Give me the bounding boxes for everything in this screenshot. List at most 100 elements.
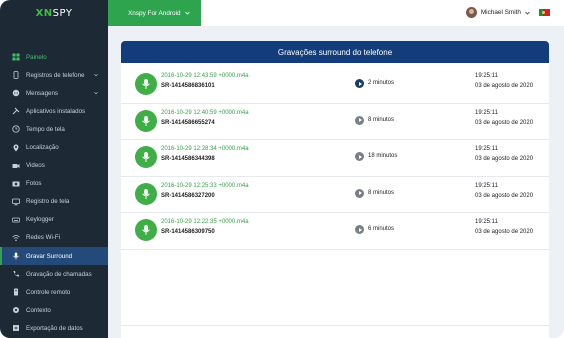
sidebar-item-label: Contexto	[26, 306, 51, 314]
photo-icon	[12, 180, 20, 188]
screen-icon	[12, 198, 20, 206]
sidebar-item-label: Gravação de chamadas	[26, 270, 92, 278]
chevron-down-icon	[184, 11, 190, 15]
play-icon[interactable]	[355, 152, 364, 161]
microphone-icon	[135, 146, 157, 168]
sidebar-nav: Painelo Registros de telefone Mensagens Apl…	[0, 48, 108, 338]
sidebar-item-fotos[interactable]: Fotos	[0, 175, 108, 193]
recording-id: SR-1414586836101	[161, 83, 215, 89]
recording-id: SR-1414586309750	[161, 229, 215, 235]
remote-icon	[12, 288, 20, 296]
panel-title: Gravações surround do telefone	[277, 47, 393, 57]
sidebar-item-redes-wi-fi[interactable]: Redes Wi-Fi	[0, 229, 108, 247]
chat-icon	[12, 89, 20, 97]
sidebar: XN SPY Painelo Registros de telefone Mensag…	[0, 0, 108, 338]
sidebar-item-tempo-de-tela[interactable]: Tempo de tela	[0, 120, 108, 138]
recording-filename: 2016-10-29 12:28:34 +0000.m4a	[161, 146, 249, 152]
sidebar-item-label: Exportação de datos	[26, 324, 83, 332]
chevron-down-icon	[525, 11, 530, 15]
sidebar-item-label: Fotos	[26, 180, 42, 188]
table-row: 2016-10-29 12:28:34 +0000.m4a SR-14145863…	[121, 140, 549, 177]
device-selector[interactable]: Xnspy For Android	[108, 0, 201, 26]
sidebar-item-label: Painelo	[26, 53, 47, 61]
user-name: Michael Smith	[480, 9, 521, 16]
chevron-down-icon	[94, 74, 98, 77]
export-icon	[12, 324, 20, 332]
portugal-flag-icon[interactable]	[539, 9, 550, 16]
sidebar-item-registros-de-telefone[interactable]: Registros de telefone	[0, 66, 108, 84]
sidebar-item-videos[interactable]: Videos	[0, 157, 108, 175]
microphone-icon	[135, 73, 157, 95]
logo[interactable]: XN SPY	[0, 0, 108, 26]
sidebar-item-aplicativos-instalados[interactable]: Aplicativos instalados	[0, 102, 108, 120]
recording-date: 03 de agosto de 2020	[475, 83, 534, 89]
sidebar-item-label: Videos	[26, 162, 45, 170]
chevron-down-icon	[94, 92, 98, 95]
recording-time: 19:25:11	[475, 182, 498, 189]
divider	[121, 325, 549, 326]
recording-filename: 2016-10-29 12:25:33 +0000.m4a	[161, 182, 249, 189]
sidebar-item-label: Redes Wi-Fi	[26, 234, 61, 242]
recording-time: 19:25:11	[475, 73, 498, 79]
logo-prefix: XN	[35, 7, 53, 19]
recording-time: 19:25:11	[475, 146, 498, 152]
sidebar-item-label: Registro de tela	[26, 198, 70, 206]
sidebar-item-exportacao-de-datos[interactable]: Exportação de datos	[0, 319, 108, 337]
recording-date: 03 de agosto de 2020	[475, 229, 534, 235]
recording-id: SR-1414586327200	[161, 192, 215, 199]
sidebar-item-gravacao-de-chamadas[interactable]: Gravação de chamadas	[0, 265, 108, 283]
sidebar-item-label: Aplicativos instalados	[26, 107, 86, 115]
recordings-panel: Gravações surround do telefone 2016-10-2…	[121, 41, 549, 338]
recording-duration: 2 minutos	[368, 80, 395, 86]
recording-time: 19:25:11	[475, 219, 498, 225]
play-icon[interactable]	[355, 225, 364, 234]
play-icon[interactable]	[355, 115, 364, 125]
sidebar-item-gravar-surround[interactable]: Gravar Surround	[0, 247, 108, 266]
microphone-icon	[135, 109, 157, 132]
microphone-icon	[135, 182, 157, 205]
video-icon	[12, 162, 20, 170]
sidebar-item-label: Localização	[26, 144, 59, 152]
recording-date: 03 de agosto de 2020	[475, 192, 534, 199]
play-icon[interactable]	[355, 188, 364, 198]
table-row: 2016-10-29 12:40:59 +0000.m4a SR-14145866…	[121, 104, 549, 140]
table-row: 2016-10-29 12:25:33 +0000.m4a SR-14145863…	[121, 177, 549, 213]
recording-filename: 2016-10-29 12:43:59 +0000.m4a	[161, 73, 249, 79]
sidebar-item-label: Tempo de tela	[26, 125, 65, 133]
keyboard-icon	[12, 216, 20, 224]
recording-id: SR-1414586344398	[161, 156, 215, 162]
logo-name: SPY	[52, 7, 73, 19]
recording-duration: 6 minutos	[368, 226, 395, 232]
mic-icon	[12, 252, 20, 260]
recording-duration: 8 minutos	[368, 116, 395, 123]
sidebar-item-label: Gravar Surround	[26, 252, 73, 260]
sidebar-item-contexto[interactable]: Contexto	[0, 301, 108, 319]
user-menu[interactable]: Michael Smith	[465, 7, 550, 18]
recording-filename: 2016-10-29 12:40:59 +0000.m4a	[161, 109, 249, 116]
settings-icon	[12, 306, 20, 314]
panel-header: Gravações surround do telefone	[121, 41, 549, 63]
play-icon[interactable]	[355, 79, 364, 88]
sidebar-item-painelo[interactable]: Painelo	[0, 48, 108, 66]
wifi-icon	[12, 234, 20, 242]
sidebar-item-localizacao[interactable]: Localização	[0, 138, 108, 156]
table-row: 2016-10-29 12:22:35 +0000.m4a SR-14145863…	[121, 213, 549, 250]
sidebar-item-registro-de-tela[interactable]: Registro de tela	[0, 193, 108, 211]
table-row: 2016-10-29 12:43:59 +0000.m4a SR-14145868…	[121, 67, 549, 104]
top-bar: Xnspy For Android Michael Smith	[108, 0, 564, 26]
recording-date: 03 de agosto de 2020	[475, 119, 534, 126]
recording-time: 19:25:11	[475, 109, 498, 116]
sidebar-item-mensagens[interactable]: Mensagens	[0, 84, 108, 102]
recording-duration: 8 minutos	[368, 189, 395, 196]
sidebar-item-label: Registros de telefone	[26, 71, 85, 79]
phone-icon	[12, 71, 20, 80]
location-icon	[12, 144, 20, 152]
device-label: Xnspy For Android	[128, 9, 181, 17]
sidebar-item-label: Mensagens	[26, 89, 58, 97]
recording-duration: 18 minutos	[368, 153, 398, 159]
tools-icon	[12, 107, 20, 115]
dashboard-icon	[12, 53, 20, 61]
sidebar-item-keylogger[interactable]: Keylogger	[0, 211, 108, 229]
sidebar-item-controle-remoto[interactable]: Controle remoto	[0, 283, 108, 301]
sidebar-item-label: Keylogger	[26, 216, 54, 224]
